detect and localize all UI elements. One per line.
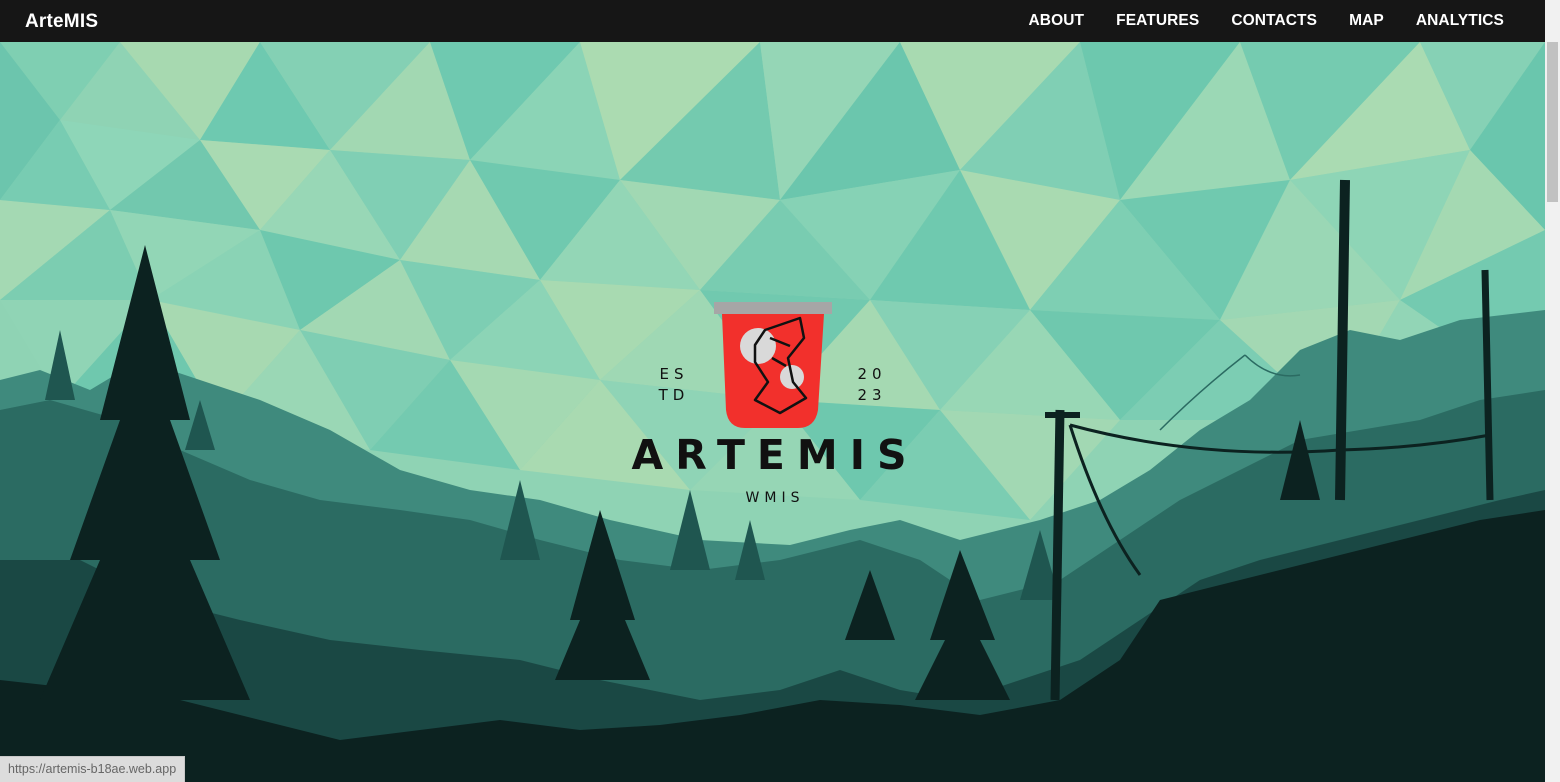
scrollbar-thumb[interactable] xyxy=(1547,42,1558,202)
logo-est-left-2: TD xyxy=(658,386,690,404)
top-navbar: ArteMIS ABOUT FEATURES CONTACTS MAP ANAL… xyxy=(0,0,1545,42)
brand-link[interactable]: ArteMIS xyxy=(25,0,98,42)
logo-shield xyxy=(722,314,824,428)
logo-title: ARTEMIS xyxy=(631,431,918,479)
status-bar-url: https://artemis-b18ae.web.app xyxy=(0,756,186,782)
nav-link-contacts[interactable]: CONTACTS xyxy=(1231,0,1317,42)
logo-subtitle: WMIS xyxy=(746,490,805,506)
nav-link-analytics[interactable]: ANALYTICS xyxy=(1416,0,1504,42)
logo-est-right-1: 20 xyxy=(857,365,886,383)
logo-est-right-2: 23 xyxy=(857,386,886,404)
logo-bar xyxy=(714,302,832,314)
nav-link-features[interactable]: FEATURES xyxy=(1116,0,1199,42)
vertical-scrollbar[interactable] xyxy=(1545,0,1560,782)
logo-circle-large xyxy=(740,328,776,364)
hero-background: ES TD 20 23 ARTEMIS WMIS xyxy=(0,42,1545,782)
logo-est-left-1: ES xyxy=(660,365,689,383)
hero-section: ES TD 20 23 ARTEMIS WMIS xyxy=(0,42,1545,782)
nav-link-about[interactable]: ABOUT xyxy=(1029,0,1085,42)
nav-links: ABOUT FEATURES CONTACTS MAP ANALYTICS xyxy=(1029,0,1504,42)
page: ArteMIS ABOUT FEATURES CONTACTS MAP ANAL… xyxy=(0,0,1560,782)
nav-link-map[interactable]: MAP xyxy=(1349,0,1384,42)
